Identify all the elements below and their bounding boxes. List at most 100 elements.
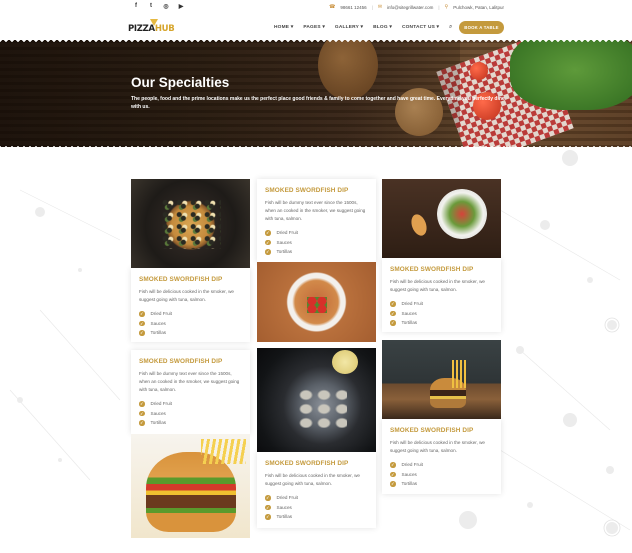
contact-address: Pulchowk, Patan, Lalitpur — [453, 4, 504, 10]
logo-part1: PIZZA — [128, 24, 155, 34]
book-table-button[interactable]: BOOK A TABLE — [459, 21, 504, 34]
list-item-label: Sauces — [401, 471, 417, 477]
check-icon: ✓ — [265, 239, 271, 246]
card-list: ✓ Dried Fruit ✓ Sauces ✓ Tortillas — [139, 399, 242, 428]
card-description: Fish will be delicious cooked in the smo… — [265, 473, 360, 487]
contact-phone: 98661 12456 — [340, 4, 367, 10]
check-icon: ✓ — [390, 481, 396, 487]
card-list: ✓ Dried Fruit ✓ Sauces ✓ Tortillas — [265, 228, 368, 257]
dish-image-oysters[interactable] — [257, 348, 376, 452]
card-title[interactable]: SMOKED SWORDFISH DIP — [390, 266, 493, 273]
card-description: Fish will be delicious cooked in the smo… — [139, 289, 234, 303]
card-list: ✓ Dried Fruit ✓ Sauces ✓ Tortillas — [390, 299, 493, 328]
list-item: ✓ Dried Fruit — [390, 460, 493, 470]
mail-icon: ✉ — [377, 4, 383, 10]
list-item-label: Dried Fruit — [276, 495, 298, 501]
dish-image-salad[interactable] — [382, 179, 501, 258]
list-item-label: Dried Fruit — [401, 301, 423, 307]
card-title[interactable]: SMOKED SWORDFISH DIP — [139, 358, 242, 365]
check-icon: ✓ — [139, 330, 145, 336]
twitter-icon[interactable]: t — [148, 3, 154, 10]
list-item: ✓ Sauces — [139, 319, 242, 329]
dish-image-burger[interactable] — [131, 434, 250, 538]
list-item: ✓ Tortillas — [390, 318, 493, 328]
card-description: Fish will be dummy text ever since the 1… — [265, 200, 366, 222]
list-item: ✓ Dried Fruit — [139, 399, 242, 409]
page-title: Our Specialties — [131, 75, 230, 90]
check-icon: ✓ — [139, 401, 145, 407]
list-item-label: Tortillas — [150, 330, 167, 336]
main-nav: HOME ▾ PAGES ▾ GALLERY ▾ BLOG ▾ CONTACT … — [274, 25, 439, 30]
card-title[interactable]: SMOKED SWORDFISH DIP — [265, 187, 368, 194]
nav-item-gallery[interactable]: GALLERY ▾ — [335, 25, 363, 30]
list-item-label: Tortillas — [401, 481, 418, 487]
hero-banner: Our Specialties The people, food and the… — [0, 40, 632, 147]
check-icon: ✓ — [265, 514, 271, 520]
list-item: ✓ Sauces — [139, 409, 242, 419]
list-item: ✓ Sauces — [265, 238, 368, 248]
social-links: f t ◎ ▶ — [133, 3, 184, 10]
check-icon: ✓ — [139, 420, 145, 426]
contact-email[interactable]: info@sitegrillwater.com — [387, 5, 433, 10]
card-title[interactable]: SMOKED SWORDFISH DIP — [265, 460, 368, 467]
list-item-label: Dried Fruit — [150, 401, 172, 407]
check-icon: ✓ — [139, 311, 145, 317]
phone-icon: ☎ — [329, 4, 336, 10]
list-item: ✓ Tortillas — [139, 328, 242, 338]
menu-card: SMOKED SWORDFISH DIP Fish will be delici… — [131, 268, 250, 342]
youtube-icon[interactable]: ▶ — [178, 3, 184, 10]
list-item: ✓ Tortillas — [265, 247, 368, 257]
nav-item-pages[interactable]: PAGES ▾ — [303, 25, 325, 30]
facebook-icon[interactable]: f — [133, 3, 139, 10]
list-item: ✓ Dried Fruit — [139, 309, 242, 319]
zigzag-divider — [0, 38, 632, 43]
check-icon: ✓ — [265, 504, 271, 511]
list-item: ✓ Dried Fruit — [265, 493, 368, 503]
check-icon: ✓ — [139, 410, 145, 417]
card-list: ✓ Dried Fruit ✓ Sauces ✓ Tortillas — [139, 309, 242, 338]
main-header: PIZZAHUB HOME ▾ PAGES ▾ GALLERY ▾ BLOG ▾… — [0, 14, 632, 40]
check-icon: ✓ — [390, 301, 396, 307]
location-icon: ⚲ — [444, 4, 449, 10]
card-title[interactable]: SMOKED SWORDFISH DIP — [390, 427, 493, 434]
nav-item-home[interactable]: HOME ▾ — [274, 25, 293, 30]
check-icon: ✓ — [390, 471, 396, 478]
check-icon: ✓ — [265, 249, 271, 255]
check-icon: ✓ — [139, 320, 145, 327]
instagram-icon[interactable]: ◎ — [163, 3, 169, 10]
divider: | — [371, 4, 373, 10]
hero-decoration — [510, 40, 632, 110]
menu-card: SMOKED SWORDFISH DIP Fish will be delici… — [257, 452, 376, 528]
check-icon: ✓ — [390, 462, 396, 468]
check-icon: ✓ — [390, 320, 396, 326]
nav-item-contact[interactable]: CONTACT US ▾ — [402, 25, 439, 30]
card-title[interactable]: SMOKED SWORDFISH DIP — [139, 276, 242, 283]
dish-image-burger-fries[interactable] — [382, 340, 501, 419]
list-item-label: Sauces — [150, 320, 166, 326]
hero-decoration — [470, 62, 488, 80]
list-item-label: Dried Fruit — [150, 311, 172, 317]
list-item: ✓ Tortillas — [265, 512, 368, 522]
list-item: ✓ Sauces — [390, 470, 493, 480]
contact-info: ☎ 98661 12456 | ✉ info@sitegrillwater.co… — [329, 4, 504, 10]
top-bar: f t ◎ ▶ ☎ 98661 12456 | ✉ info@sitegrill… — [0, 0, 632, 14]
nav-item-blog[interactable]: BLOG ▾ — [373, 25, 392, 30]
list-item: ✓ Sauces — [265, 503, 368, 513]
dish-image-plate[interactable] — [257, 262, 376, 342]
search-icon[interactable]: ⌕ — [449, 24, 452, 31]
list-item: ✓ Tortillas — [139, 418, 242, 428]
check-icon: ✓ — [390, 310, 396, 317]
menu-card: SMOKED SWORDFISH DIP Fish will be delici… — [382, 258, 501, 332]
list-item-label: Dried Fruit — [401, 462, 423, 468]
list-item: ✓ Sauces — [390, 309, 493, 319]
card-description: Fish will be delicious cooked in the smo… — [390, 279, 485, 293]
card-description: Fish will be delicious cooked in the smo… — [390, 440, 485, 454]
list-item-label: Sauces — [276, 239, 292, 245]
hero-overlay — [0, 40, 460, 147]
list-item: ✓ Dried Fruit — [265, 228, 368, 238]
card-list: ✓ Dried Fruit ✓ Sauces ✓ Tortillas — [265, 493, 368, 522]
site-logo[interactable]: PIZZAHUB — [128, 19, 176, 37]
hero-description: The people, food and the prime locations… — [131, 96, 505, 110]
list-item-label: Sauces — [150, 410, 166, 416]
dish-image-pizza[interactable] — [131, 179, 250, 268]
